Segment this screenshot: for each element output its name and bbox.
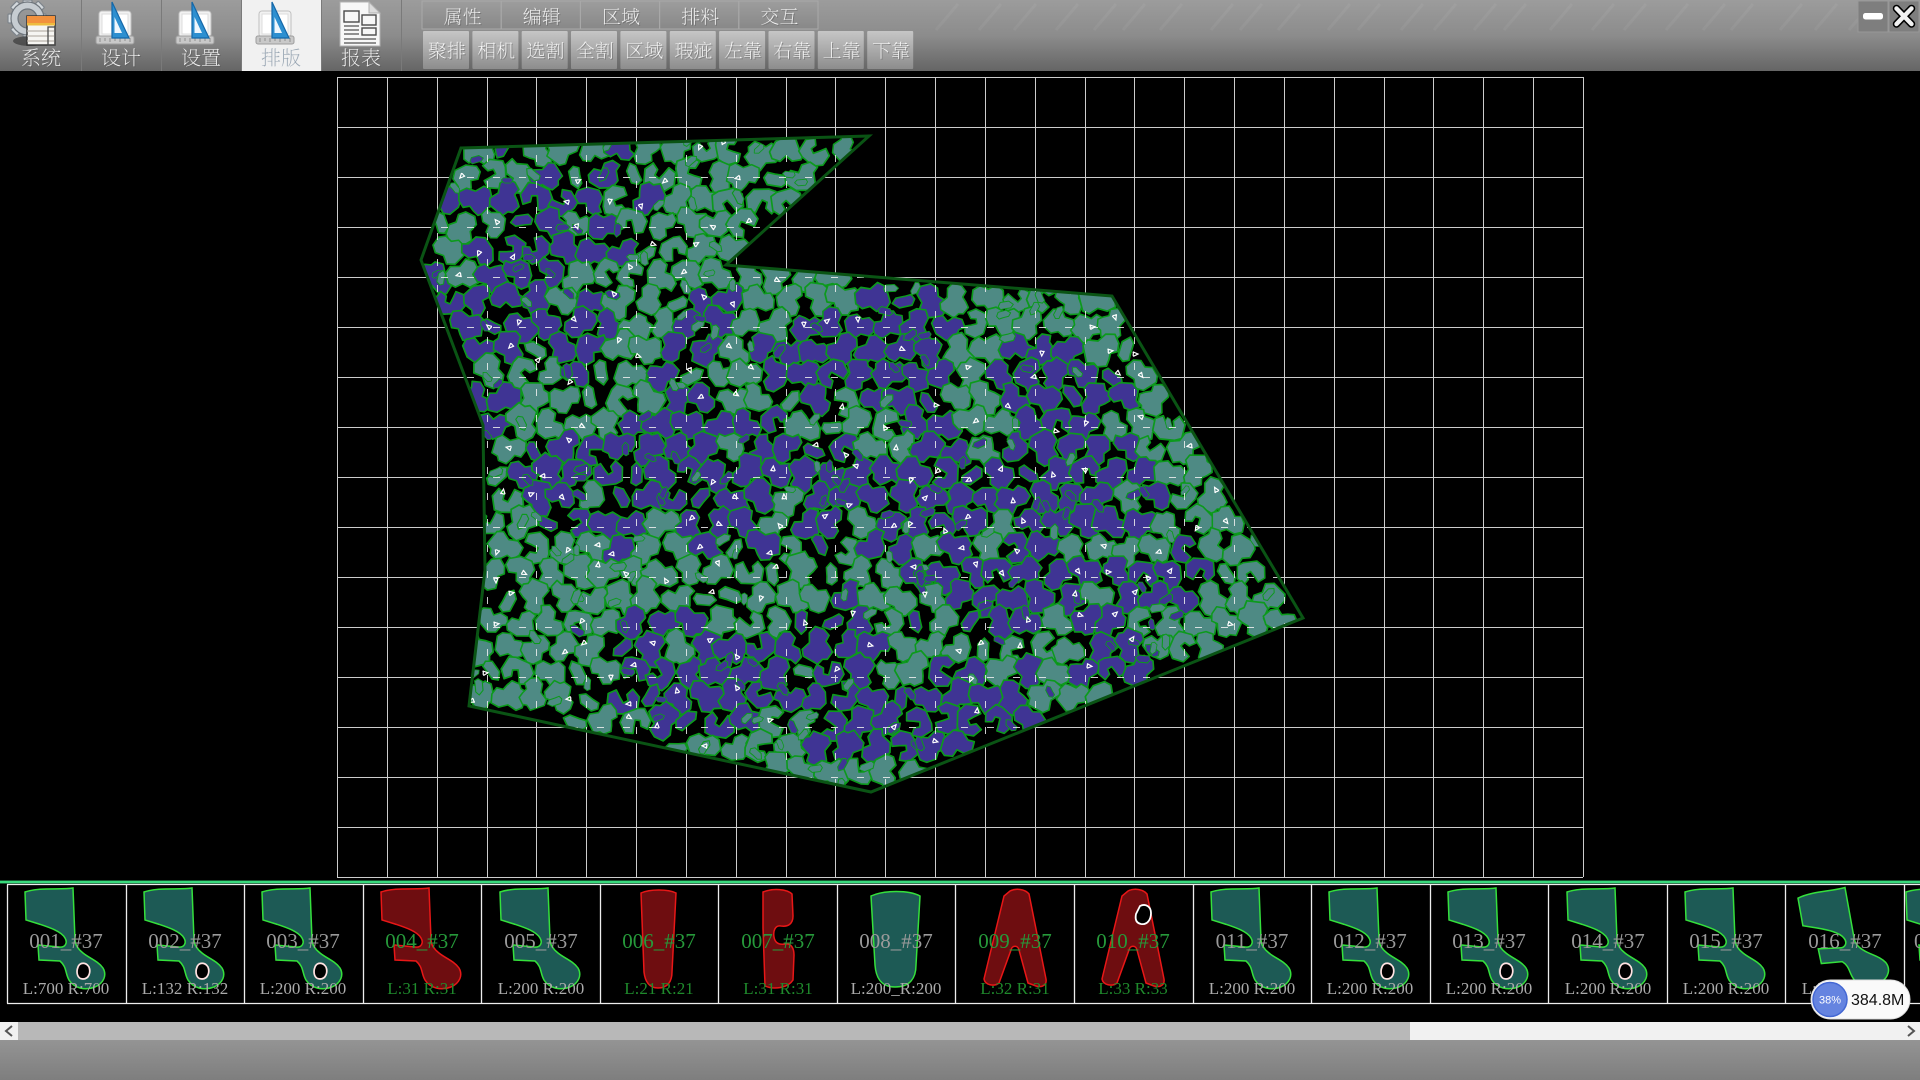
- svg-text:L:200 R:200: L:200 R:200: [1327, 979, 1413, 998]
- svg-text:L:21 R:21: L:21 R:21: [624, 979, 693, 998]
- svg-text:L:200 R:200: L:200 R:200: [1209, 979, 1295, 998]
- svg-text:012_#37: 012_#37: [1333, 929, 1407, 953]
- svg-text:L:31 R:31: L:31 R:31: [743, 979, 812, 998]
- svg-text:003_#37: 003_#37: [266, 929, 340, 953]
- svg-text:L:200 R:200: L:200 R:200: [498, 979, 584, 998]
- svg-text:L:700 R:700: L:700 R:700: [23, 979, 109, 998]
- svg-text:L:31 R:31: L:31 R:31: [387, 979, 456, 998]
- svg-text:004_#37: 004_#37: [385, 929, 459, 953]
- svg-text:0: 0: [1914, 929, 1920, 953]
- svg-text:015_#37: 015_#37: [1689, 929, 1763, 953]
- svg-text:010_#37: 010_#37: [1096, 929, 1170, 953]
- svg-text:38%: 38%: [1819, 995, 1841, 1007]
- svg-text:L:32 R:31: L:32 R:31: [980, 979, 1049, 998]
- svg-text:L:200_R:200: L:200_R:200: [851, 979, 942, 998]
- svg-text:L:132 R:132: L:132 R:132: [142, 979, 228, 998]
- svg-text:013_#37: 013_#37: [1452, 929, 1526, 953]
- svg-text:007_#37: 007_#37: [741, 929, 815, 953]
- svg-text:016_#37: 016_#37: [1808, 929, 1882, 953]
- svg-text:009_#37: 009_#37: [978, 929, 1052, 953]
- svg-text:014_#37: 014_#37: [1571, 929, 1645, 953]
- svg-text:L:200 R:200: L:200 R:200: [1446, 979, 1532, 998]
- svg-text:011_#37: 011_#37: [1216, 929, 1289, 953]
- svg-text:006_#37: 006_#37: [622, 929, 696, 953]
- svg-text:001_#37: 001_#37: [29, 929, 103, 953]
- svg-text:002_#37: 002_#37: [148, 929, 222, 953]
- svg-text:005_#37: 005_#37: [504, 929, 578, 953]
- svg-text:384.8M: 384.8M: [1851, 992, 1904, 1009]
- svg-text:L:33 R:33: L:33 R:33: [1098, 979, 1167, 998]
- svg-text:L:200 R:200: L:200 R:200: [260, 979, 346, 998]
- svg-text:008_#37: 008_#37: [859, 929, 933, 953]
- svg-text:L:200 R:200: L:200 R:200: [1683, 979, 1769, 998]
- svg-text:L:200 R:200: L:200 R:200: [1565, 979, 1651, 998]
